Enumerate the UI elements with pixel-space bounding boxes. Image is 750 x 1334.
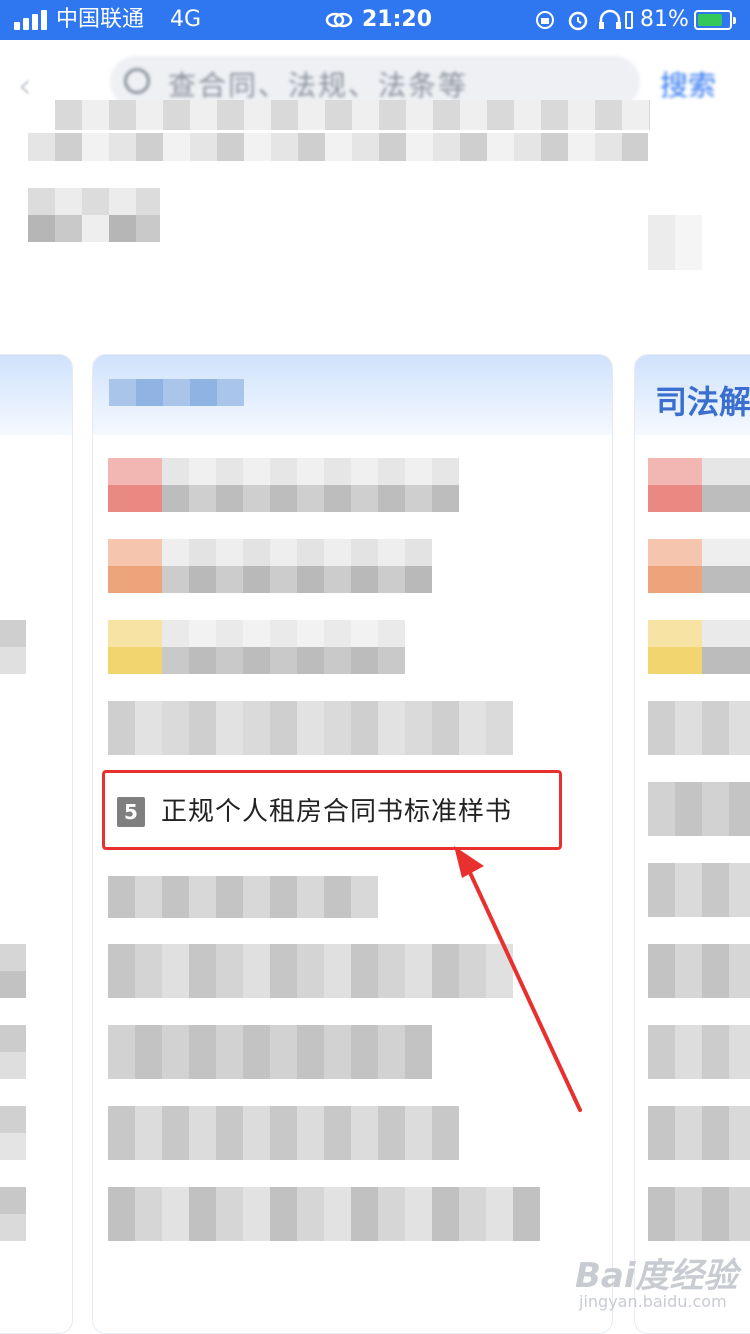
pixelated-text — [0, 620, 26, 674]
list-item[interactable] — [702, 539, 750, 593]
signal-icon — [14, 10, 48, 30]
clock: 21:20 — [362, 7, 433, 32]
list-item[interactable] — [702, 458, 750, 512]
pixelated-text — [0, 944, 26, 998]
rank-badge-5: 5 — [117, 797, 145, 827]
list-item[interactable] — [648, 1106, 750, 1160]
list-item[interactable] — [162, 620, 405, 647]
status-bar: 中国联通 4G 21:20 81% — [0, 0, 750, 40]
list-item[interactable] — [108, 1187, 540, 1241]
list-item[interactable] — [702, 620, 750, 674]
network-type: 4G — [170, 7, 202, 32]
list-item[interactable] — [648, 1187, 750, 1241]
link-icon — [325, 12, 353, 28]
list-item[interactable] — [648, 701, 750, 755]
list-item[interactable] — [648, 782, 750, 836]
pixelated-text — [0, 1187, 26, 1241]
baidu-watermark: Bai度经验 jingyan.baidu.com — [575, 1248, 738, 1318]
search-icon — [124, 68, 150, 94]
list-item[interactable] — [648, 863, 750, 917]
search-header: ‹ 查合同、法规、法条等 搜索 — [0, 40, 750, 340]
list-item[interactable] — [648, 944, 750, 998]
pixelated-text — [28, 215, 160, 242]
rank-badge-2 — [648, 539, 702, 593]
pixelated-text — [28, 188, 160, 215]
pixelated-title — [109, 379, 244, 406]
list-item[interactable] — [108, 1106, 459, 1160]
pixelated-text — [55, 100, 650, 130]
carrier-name: 中国联通 — [56, 7, 145, 32]
rotation-lock-icon — [536, 11, 554, 29]
headphones-icon — [599, 9, 633, 29]
list-item[interactable] — [162, 566, 432, 593]
rank-badge-2 — [108, 539, 162, 593]
watermark-url: jingyan.baidu.com — [579, 1292, 727, 1311]
list-item[interactable] — [162, 539, 432, 566]
rank-badge-1 — [108, 458, 162, 512]
battery-percent: 81% — [640, 7, 689, 32]
battery-charging-icon — [694, 10, 736, 30]
list-item[interactable] — [162, 485, 459, 512]
rank-badge-3 — [108, 620, 162, 674]
card-title: 司法解 — [655, 383, 750, 421]
annotation-arrow-icon — [454, 846, 582, 1112]
list-item[interactable] — [648, 1025, 750, 1079]
pixelated-text — [0, 1106, 26, 1160]
list-item[interactable] — [162, 458, 459, 485]
highlighted-list-item[interactable]: 5 正规个人租房合同书标准样书 — [102, 770, 562, 850]
list-item[interactable] — [162, 647, 405, 674]
pixelated-text — [648, 215, 702, 270]
list-item[interactable] — [108, 876, 378, 918]
search-button[interactable]: 搜索 — [660, 64, 716, 104]
watermark-brand: Bai度经验 — [575, 1256, 738, 1296]
rank-badge-1 — [648, 458, 702, 512]
list-item[interactable] — [108, 1025, 432, 1079]
pixelated-text — [0, 1025, 26, 1079]
rank-badge-3 — [648, 620, 702, 674]
search-placeholder: 查合同、法规、法条等 — [168, 69, 469, 102]
pixelated-text — [28, 133, 648, 161]
list-item[interactable] — [108, 701, 513, 755]
list-item-title: 正规个人租房合同书标准样书 — [161, 797, 513, 827]
alarm-icon — [568, 11, 588, 31]
chevron-left-icon[interactable]: ‹ — [18, 66, 32, 106]
